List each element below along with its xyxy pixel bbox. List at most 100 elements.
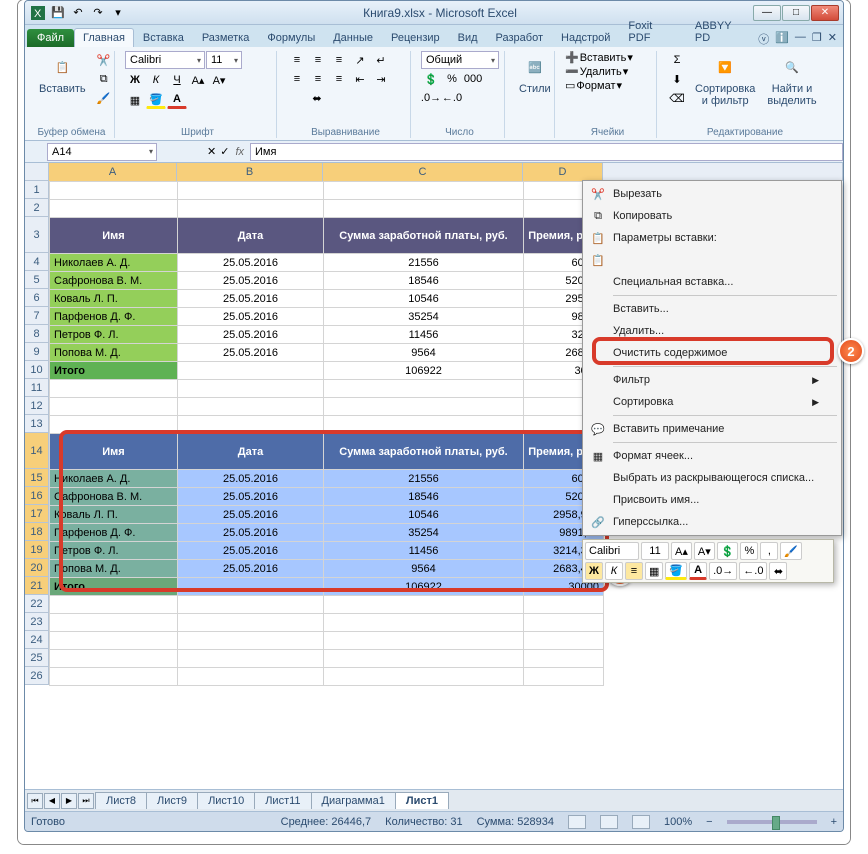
cell[interactable]: 25.05.2016 xyxy=(178,344,324,362)
row-header-10[interactable]: 10 xyxy=(25,361,48,379)
cell[interactable] xyxy=(324,596,524,614)
row-header-18[interactable]: 18 xyxy=(25,523,48,541)
cell[interactable]: Коваль Л. П. xyxy=(50,506,178,524)
cell[interactable] xyxy=(50,182,178,200)
cell[interactable]: Петров Ф. Л. xyxy=(50,326,178,344)
row-header-17[interactable]: 17 xyxy=(25,505,48,523)
mini-borders-icon[interactable]: ▦ xyxy=(645,562,663,580)
view-layout-icon[interactable] xyxy=(600,815,618,829)
cell[interactable] xyxy=(178,380,324,398)
close-button[interactable]: ✕ xyxy=(811,5,839,21)
underline-button[interactable]: Ч xyxy=(167,71,187,89)
help-icon[interactable]: ℹ️ xyxy=(775,31,789,47)
qat-more-icon[interactable]: ▾ xyxy=(109,4,127,22)
tab-formulas[interactable]: Формулы xyxy=(258,28,324,47)
mini-comma-icon[interactable]: , xyxy=(760,542,778,560)
cell[interactable]: Сумма заработной платы, руб. xyxy=(324,218,524,254)
undo-icon[interactable]: ↶ xyxy=(69,4,87,22)
col-header-C[interactable]: C xyxy=(323,163,523,181)
cell[interactable]: Николаев А. Д. xyxy=(50,254,178,272)
name-box[interactable]: A14 xyxy=(47,143,157,161)
ctx-insert[interactable]: Вставить... xyxy=(585,298,839,320)
cell[interactable] xyxy=(178,362,324,380)
mini-font-color-icon[interactable]: A xyxy=(689,562,707,580)
cell[interactable]: 25.05.2016 xyxy=(178,308,324,326)
cell[interactable]: Имя xyxy=(50,218,178,254)
align-bottom-icon[interactable]: ≡ xyxy=(329,51,349,69)
mini-currency-icon[interactable]: 💲 xyxy=(717,542,739,560)
row-header-6[interactable]: 6 xyxy=(25,289,48,307)
ribbon-min-icon[interactable]: ⓥ xyxy=(758,31,769,47)
tab-review[interactable]: Рецензир xyxy=(382,28,449,47)
align-right-icon[interactable]: ≡ xyxy=(329,70,349,88)
cell[interactable]: Дата xyxy=(178,434,324,470)
cell[interactable]: 25.05.2016 xyxy=(178,506,324,524)
sheet-tab-Лист10[interactable]: Лист10 xyxy=(197,792,255,809)
align-middle-icon[interactable]: ≡ xyxy=(308,51,328,69)
ctx-pick-list[interactable]: Выбрать из раскрывающегося списка... xyxy=(585,467,839,489)
ctx-clear[interactable]: Очистить содержимое xyxy=(585,342,839,364)
percent-icon[interactable]: % xyxy=(442,70,462,88)
fx-icon[interactable]: fx xyxy=(235,146,244,158)
zoom-slider[interactable] xyxy=(727,820,817,824)
merge-button[interactable]: ⬌ xyxy=(287,89,347,107)
borders-button[interactable]: ▦ xyxy=(125,91,145,109)
cell[interactable] xyxy=(50,398,178,416)
tab-home[interactable]: Главная xyxy=(74,28,134,47)
cell[interactable]: Сафронова В. М. xyxy=(50,488,178,506)
sheet-tab-Лист8[interactable]: Лист8 xyxy=(95,792,147,809)
cell[interactable]: Имя xyxy=(50,434,178,470)
cell[interactable]: Николаев А. Д. xyxy=(50,470,178,488)
number-format-combo[interactable]: Общий xyxy=(421,51,499,69)
ctx-define-name[interactable]: Присвоить имя... xyxy=(585,489,839,511)
find-select-button[interactable]: 🔍Найти и выделить xyxy=(763,51,820,109)
tab-nav-prev[interactable]: ◀ xyxy=(44,793,60,809)
cell[interactable] xyxy=(524,596,604,614)
cell[interactable] xyxy=(50,650,178,668)
mini-dec-decimal-icon[interactable]: ←.0 xyxy=(739,562,767,580)
tab-data[interactable]: Данные xyxy=(324,28,382,47)
zoom-out-icon[interactable]: − xyxy=(706,816,712,828)
copy-icon[interactable]: ⧉ xyxy=(94,70,114,88)
row-header-13[interactable]: 13 xyxy=(25,415,48,433)
align-top-icon[interactable]: ≡ xyxy=(287,51,307,69)
mini-inc-decimal-icon[interactable]: .0→ xyxy=(709,562,737,580)
dec-decimal-icon[interactable]: ←.0 xyxy=(442,89,462,107)
cell[interactable]: 21556 xyxy=(324,470,524,488)
row-header-7[interactable]: 7 xyxy=(25,307,48,325)
cell[interactable] xyxy=(50,380,178,398)
row-header-26[interactable]: 26 xyxy=(25,667,48,685)
mini-font-combo[interactable]: Calibri xyxy=(585,542,639,560)
tab-nav-next[interactable]: ▶ xyxy=(61,793,77,809)
ctx-hyperlink[interactable]: 🔗Гиперссылка... xyxy=(585,511,839,533)
cell[interactable]: 25.05.2016 xyxy=(178,254,324,272)
redo-icon[interactable]: ↷ xyxy=(89,4,107,22)
cell[interactable] xyxy=(524,650,604,668)
mini-merge-icon[interactable]: ⬌ xyxy=(769,562,787,580)
total-sum[interactable]: 106922 xyxy=(324,362,524,380)
cell[interactable] xyxy=(178,578,324,596)
cell[interactable] xyxy=(178,614,324,632)
ctx-cut[interactable]: ✂️Вырезать xyxy=(585,183,839,205)
shrink-font-icon[interactable]: A▾ xyxy=(209,71,229,89)
wrap-text-icon[interactable]: ↵ xyxy=(371,51,391,69)
cell[interactable]: 25.05.2016 xyxy=(178,470,324,488)
cell[interactable] xyxy=(524,668,604,686)
zoom-in-icon[interactable]: + xyxy=(831,816,837,828)
cell[interactable]: 25.05.2016 xyxy=(178,488,324,506)
tab-addins[interactable]: Надстрой xyxy=(552,28,619,47)
cell[interactable]: Попова М. Д. xyxy=(50,344,178,362)
currency-icon[interactable]: 💲 xyxy=(421,70,441,88)
cell[interactable]: 11456 xyxy=(324,542,524,560)
tab-view[interactable]: Вид xyxy=(449,28,487,47)
cell[interactable]: 25.05.2016 xyxy=(178,542,324,560)
cell[interactable]: Петров Ф. Л. xyxy=(50,542,178,560)
cells-format[interactable]: ▭Формат▾ xyxy=(565,79,622,92)
cell[interactable]: 10546 xyxy=(324,290,524,308)
cell[interactable]: 9564 xyxy=(324,560,524,578)
row-header-19[interactable]: 19 xyxy=(25,541,48,559)
mini-shrink-font-icon[interactable]: A▾ xyxy=(694,542,715,560)
row-header-9[interactable]: 9 xyxy=(25,343,48,361)
ctx-copy[interactable]: ⧉Копировать xyxy=(585,205,839,227)
cells-insert[interactable]: ➕Вставить▾ xyxy=(565,51,633,64)
